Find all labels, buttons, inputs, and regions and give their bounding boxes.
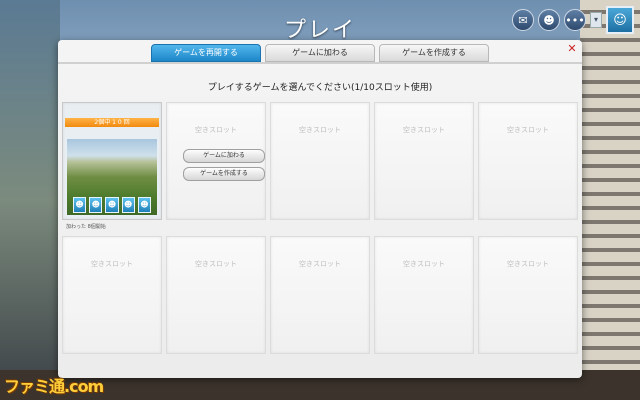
slot-label: 空きスロット <box>91 260 133 268</box>
create-game-button[interactable]: ゲームを作成する <box>183 167 265 181</box>
watermark-logo: ファミ通.com <box>4 377 104 396</box>
account-dropdown-button[interactable]: ▾ <box>590 12 602 28</box>
game-slot-1[interactable]: 2個中 1 0 回 ☻ ☻ ☻ ☻ ☻ <box>62 102 162 220</box>
slot-label: 空きスロット <box>403 126 445 134</box>
player-icon: ☻ <box>121 197 135 213</box>
slot-label: 空きスロット <box>195 260 237 268</box>
slot-label: 空きスロット <box>195 126 237 134</box>
background-left-city <box>0 0 60 400</box>
empty-slot-6[interactable]: 空きスロット <box>62 236 162 354</box>
game-title <box>67 107 157 115</box>
close-button[interactable]: ✕ <box>566 43 578 55</box>
empty-slot-7[interactable]: 空きスロット <box>166 236 266 354</box>
slot-label: 空きスロット <box>507 126 549 134</box>
instruction-text: プレイするゲームを選んでください(1/10スロット使用) <box>207 83 433 93</box>
tab-create-game[interactable]: ゲームを作成する <box>379 44 489 62</box>
slot-label: 空きスロット <box>403 260 445 268</box>
empty-slot-3[interactable]: 空きスロット <box>270 102 370 220</box>
player-icon: ☻ <box>89 197 103 213</box>
empty-slot-2[interactable]: 空きスロット ゲームに加わる ゲームを作成する <box>166 102 266 220</box>
friends-icon[interactable]: ☻ <box>538 9 560 31</box>
avatar[interactable]: ☺ <box>606 6 634 34</box>
top-icon-bar: ✉ ☻ ••• ▾ ☺ <box>512 6 634 34</box>
player-list: ☻ ☻ ☻ ☻ ☻ <box>73 197 152 213</box>
more-icon[interactable]: ••• <box>564 9 586 31</box>
play-dialog: ゲームを再開する ゲームに加わる ゲームを作成する ✕ プレイするゲームを選んで… <box>58 40 582 378</box>
empty-slot-4[interactable]: 空きスロット <box>374 102 474 220</box>
mail-icon[interactable]: ✉ <box>512 9 534 31</box>
player-icon: ☻ <box>73 197 87 213</box>
empty-slot-8[interactable]: 空きスロット <box>270 236 370 354</box>
slot-label: 空きスロット <box>299 260 341 268</box>
tab-resume-game[interactable]: ゲームを再開する <box>151 44 261 62</box>
slot-label: 空きスロット <box>299 126 341 134</box>
empty-slot-10[interactable]: 空きスロット <box>478 236 578 354</box>
player-icon: ☻ <box>105 197 119 213</box>
region-thumbnail: ☻ ☻ ☻ ☻ ☻ <box>67 139 157 215</box>
status-badge: 2個中 1 0 回 <box>65 118 159 127</box>
empty-slot-5[interactable]: 空きスロット <box>478 102 578 220</box>
join-game-button[interactable]: ゲームに加わる <box>183 149 265 163</box>
background-tower <box>580 0 640 400</box>
game-card-footer: 加わった 8個開始 <box>66 224 106 230</box>
tab-divider <box>58 62 582 64</box>
player-icon: ☻ <box>137 197 152 213</box>
slot-label: 空きスロット <box>507 260 549 268</box>
tab-join-game[interactable]: ゲームに加わる <box>265 44 375 62</box>
empty-slot-9[interactable]: 空きスロット <box>374 236 474 354</box>
